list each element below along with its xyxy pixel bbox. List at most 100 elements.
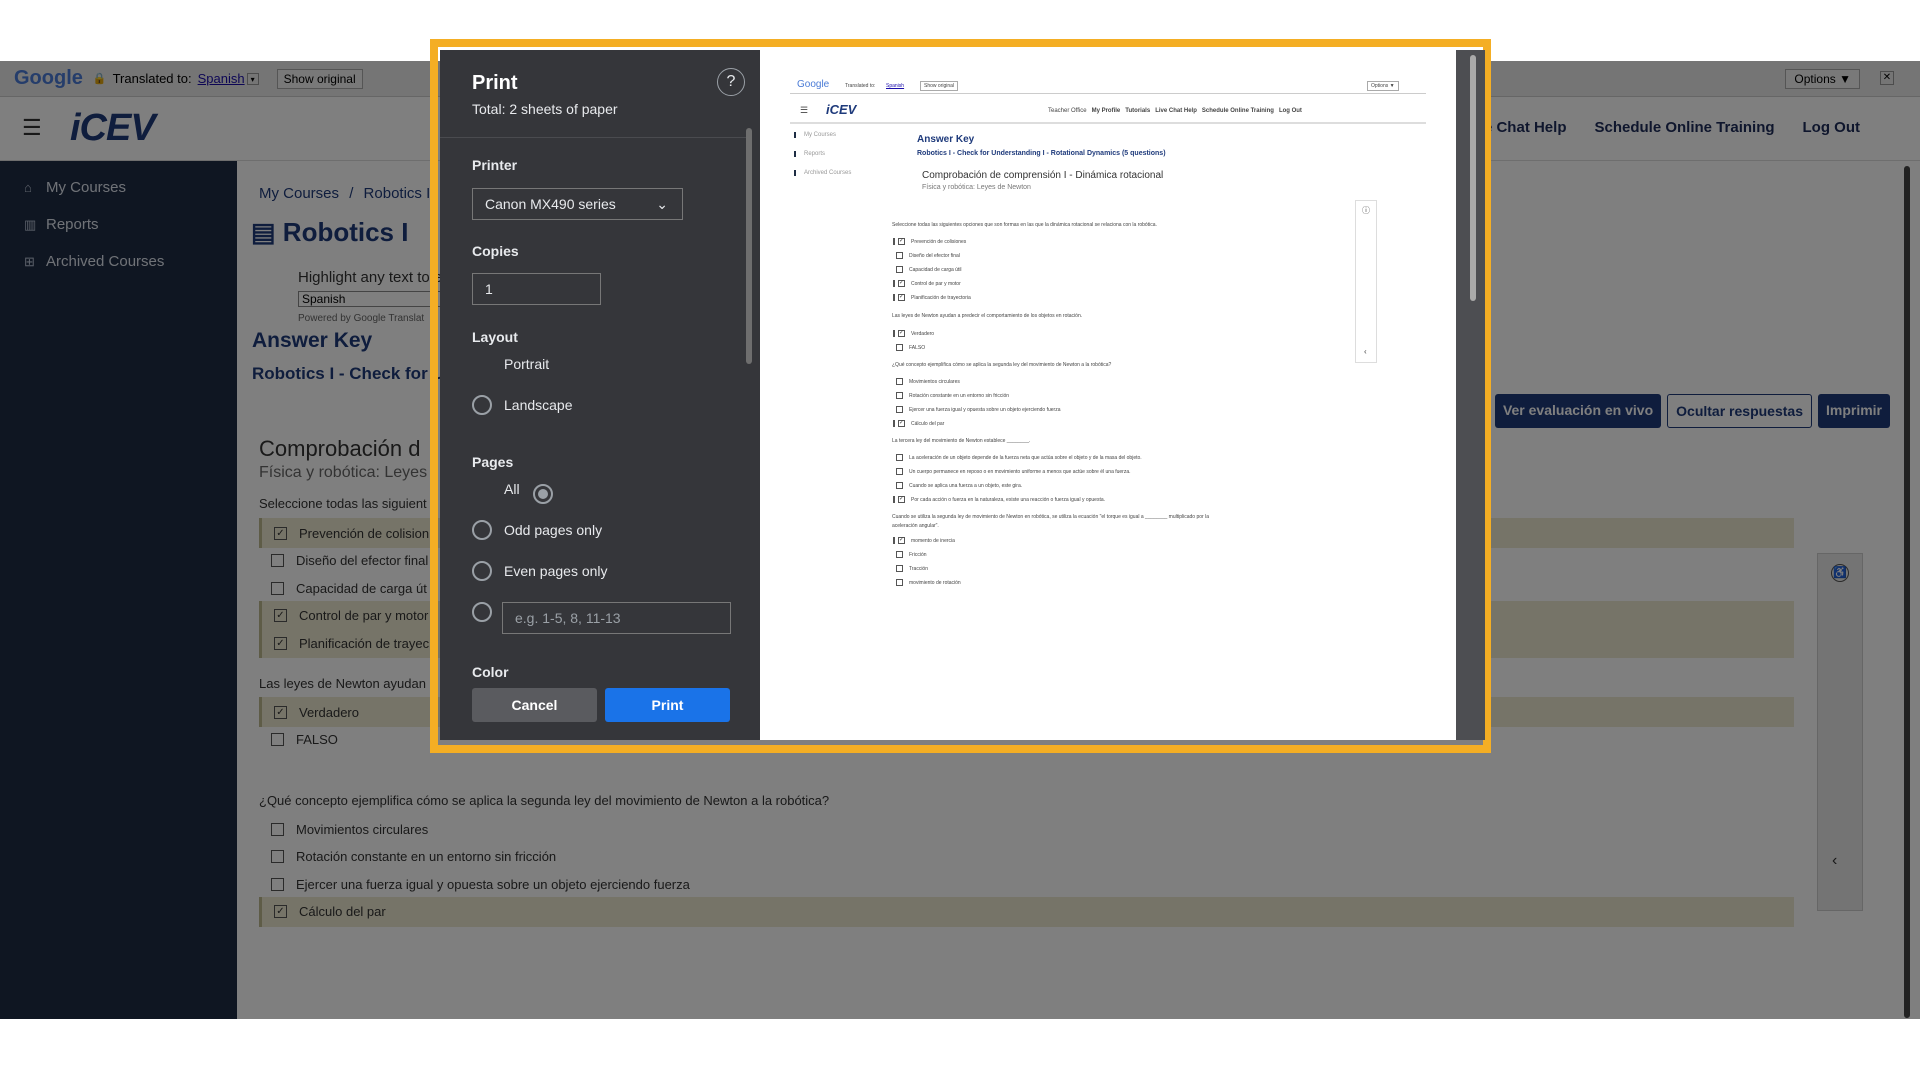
print-dialog: Print Total: 2 sheets of paper ? Printer…: [440, 50, 1485, 740]
sheets-total: Total: 2 sheets of paper: [472, 101, 618, 117]
checkbox-checked-icon: ✓: [898, 330, 905, 337]
color-label: Color: [472, 664, 509, 680]
preview-option: ✓ Planificación de trayectoria: [893, 294, 971, 301]
preview-subtitle: Robotics I - Check for Understanding I -…: [917, 150, 1166, 157]
radio-icon: [472, 520, 492, 540]
preview-side-item: My Courses: [794, 132, 836, 138]
preview-option-label: momento de inercia: [911, 537, 955, 544]
checkbox-icon: [896, 406, 903, 413]
checkbox-icon: [896, 266, 903, 273]
preview-option: Rotación constante en un entorno sin fri…: [896, 392, 1009, 399]
preview-option: ✓ Verdadero: [893, 330, 934, 337]
dialog-buttons: Cancel Print: [472, 688, 730, 722]
preview-option: La aceleración de un objeto depende de l…: [896, 454, 1142, 461]
checkbox-checked-icon: ✓: [898, 238, 905, 245]
preview-option-label: Tracción: [909, 565, 928, 572]
copies-input[interactable]: 1: [472, 273, 601, 305]
preview-option-label: Un cuerpo permanece en reposo o en movim…: [909, 468, 1131, 475]
checkbox-icon: [896, 454, 903, 461]
preview-lang: Spanish: [886, 83, 905, 89]
preview-option-label: Planificación de trayectoria: [911, 294, 971, 301]
preview-option: Cuando se aplica una fuerza a un objeto,…: [896, 482, 1022, 489]
preview-option-label: Por cada acción o fuerza en la naturalez…: [911, 496, 1106, 503]
radio-icon: [472, 395, 492, 415]
preview-option: ✓ Control de par y motor: [893, 280, 961, 287]
radio-icon: [472, 602, 492, 622]
checkbox-icon: [896, 565, 903, 572]
preview-translated-label: Translated to:: [845, 83, 876, 89]
preview-option: Fricción: [896, 551, 927, 558]
preview-option: Tracción: [896, 565, 928, 572]
print-submit-button[interactable]: Print: [605, 688, 730, 722]
custom-pages-input[interactable]: e.g. 1-5, 8, 11-13: [502, 602, 731, 634]
preview-chevron-left-icon: ‹: [1364, 347, 1367, 356]
preview-option-label: Verdadero: [911, 330, 935, 337]
checkbox-checked-icon: ✓: [898, 294, 905, 301]
preview-question: La tercera ley del movimiento de Newton …: [892, 438, 1031, 444]
all-pages-radio[interactable]: All: [472, 479, 553, 629]
checkbox-checked-icon: ✓: [898, 420, 905, 427]
preview-option: ✓ Cálculo del par: [893, 420, 944, 427]
layout-label: Layout: [472, 329, 518, 345]
preview-links: Teacher Office My Profile Tutorials Live…: [1048, 108, 1302, 114]
preview-option-label: Rotación constante en un entorno sin fri…: [909, 392, 1010, 399]
page-scrollbar[interactable]: [1904, 166, 1910, 1018]
preview-option: ✓ Por cada acción o fuerza en la naturale…: [893, 496, 1105, 503]
even-pages-radio[interactable]: Even pages only: [472, 561, 608, 581]
checkbox-icon: [896, 482, 903, 489]
print-title: Print: [472, 72, 518, 94]
portrait-radio[interactable]: Portrait: [472, 354, 553, 504]
preview-logo: iCEV: [826, 102, 857, 117]
checkbox-checked-icon: ✓: [898, 496, 905, 503]
printer-label: Printer: [472, 157, 518, 173]
preview-google-logo: Google: [797, 79, 830, 90]
odd-pages-label: Odd pages only: [504, 522, 603, 538]
help-icon[interactable]: ?: [717, 68, 745, 96]
checkbox-checked-icon: ✓: [898, 280, 905, 287]
preview-page: Google Translated to: Spanish Show origi…: [760, 50, 1456, 740]
preview-option: Ejercer una fuerza igual y opuesta sobre…: [896, 406, 1060, 413]
preview-link: Teacher Office: [1048, 108, 1087, 114]
settings-scrollbar[interactable]: [746, 128, 752, 364]
preview-option: Un cuerpo permanece en reposo o en movim…: [896, 468, 1131, 475]
checkbox-icon: [896, 252, 903, 259]
preview-quiz-sub: Física y robótica: Leyes de Newton: [922, 184, 1031, 191]
checkbox-checked-icon: ✓: [898, 537, 905, 544]
preview-question: Cuando se utiliza la segunda ley de movi…: [892, 514, 1209, 520]
preview-option-label: movimiento de rotación: [909, 579, 961, 586]
preview-option: Capacidad de carga útil: [896, 266, 962, 273]
checkbox-icon: [896, 551, 903, 558]
custom-pages-radio[interactable]: [472, 602, 504, 622]
preview-option: Movimientos circulares: [896, 378, 960, 385]
print-settings-panel: Print Total: 2 sheets of paper ? Printer…: [440, 50, 760, 740]
preview-question: Seleccione todas las siguientes opciones…: [892, 222, 1157, 228]
chevron-down-icon: ⌄: [656, 196, 668, 212]
preview-question: aceleración angular".: [892, 523, 939, 529]
preview-option: FALSO: [896, 344, 925, 351]
preview-option-label: Cálculo del par: [911, 420, 945, 427]
printer-select[interactable]: Canon MX490 series ⌄: [472, 188, 683, 220]
preview-option: Diseño del efector final: [896, 252, 960, 259]
preview-option-label: Cuando se aplica una fuerza a un objeto,…: [909, 482, 1023, 489]
preview-side-item: Archived Courses: [794, 170, 851, 176]
preview-option-label: Ejercer una fuerza igual y opuesta sobre…: [909, 406, 1061, 413]
pages-label: Pages: [472, 454, 514, 470]
preview-scrollbar[interactable]: [1470, 55, 1476, 301]
preview-options: Options ▼: [1367, 81, 1399, 91]
preview-side-item: Reports: [794, 151, 825, 157]
checkbox-icon: [896, 344, 903, 351]
landscape-radio[interactable]: Landscape: [472, 395, 573, 415]
preview-accessibility-icon: ⓘ: [1362, 206, 1370, 215]
preview-menu-icon: ☰: [800, 105, 809, 115]
preview-link: My Profile: [1091, 108, 1121, 114]
preview-question: ¿Qué concepto ejemplifica cómo se aplica…: [892, 362, 1112, 368]
copies-label: Copies: [472, 243, 519, 259]
odd-pages-radio[interactable]: Odd pages only: [472, 520, 602, 540]
preview-answer-key: Answer Key: [917, 134, 975, 145]
preview-option-label: Control de par y motor: [911, 280, 961, 287]
preview-option-label: FALSO: [909, 344, 926, 351]
preview-option: movimiento de rotación: [896, 579, 961, 586]
cancel-button[interactable]: Cancel: [472, 688, 597, 722]
preview-link: Log Out: [1278, 108, 1302, 114]
preview-quiz-title: Comprobación de comprensión I - Dinámica…: [922, 170, 1164, 181]
